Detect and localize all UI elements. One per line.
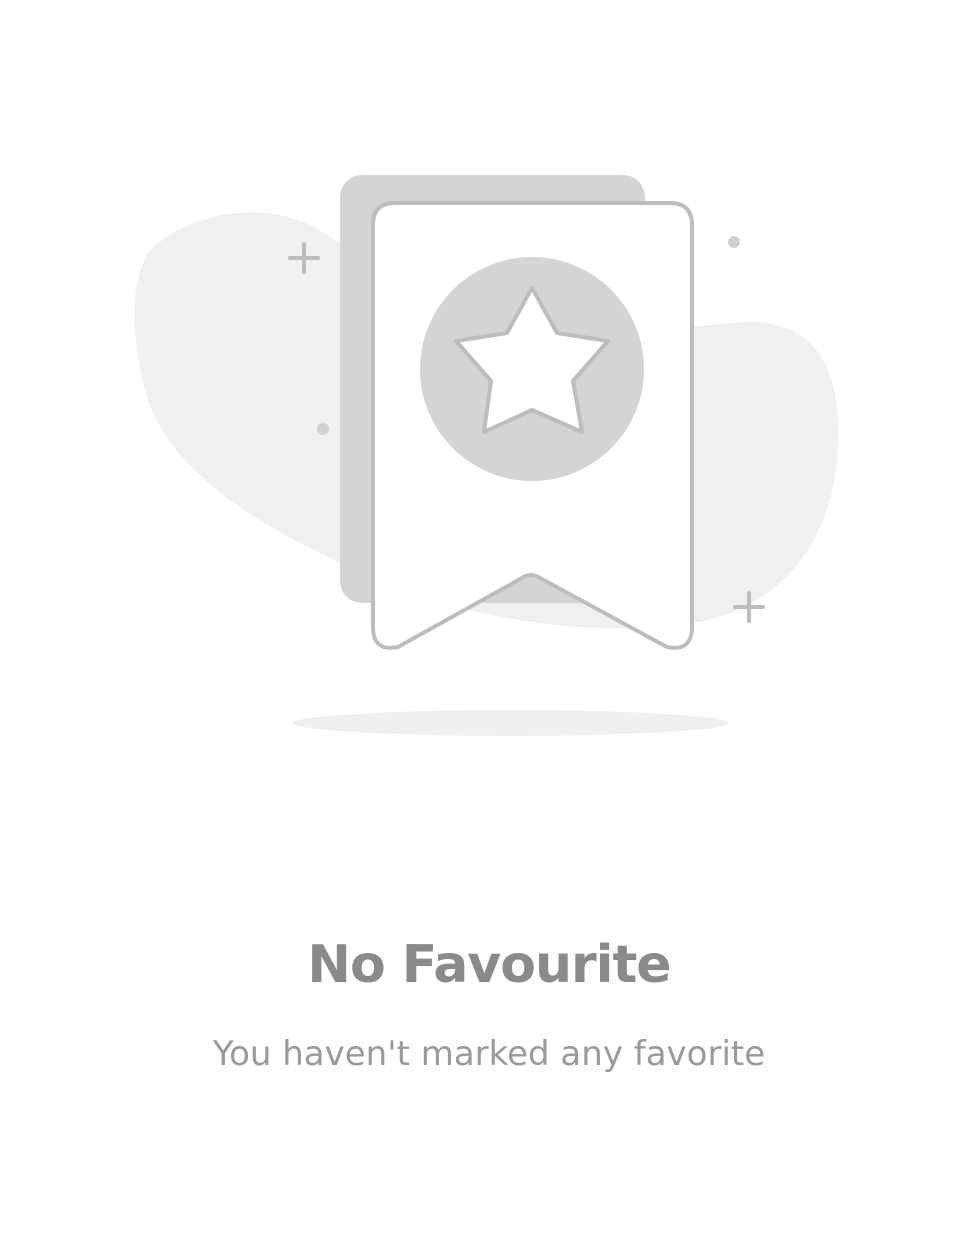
sparkle-dot-icon: [728, 236, 740, 248]
sparkle-dot-icon: [317, 423, 329, 435]
empty-state-subtitle: You haven't marked any favorite: [212, 1034, 766, 1074]
empty-favourites-illustration: [134, 175, 839, 736]
floor-shadow: [293, 710, 729, 736]
empty-state-title: No Favourite: [307, 935, 671, 995]
